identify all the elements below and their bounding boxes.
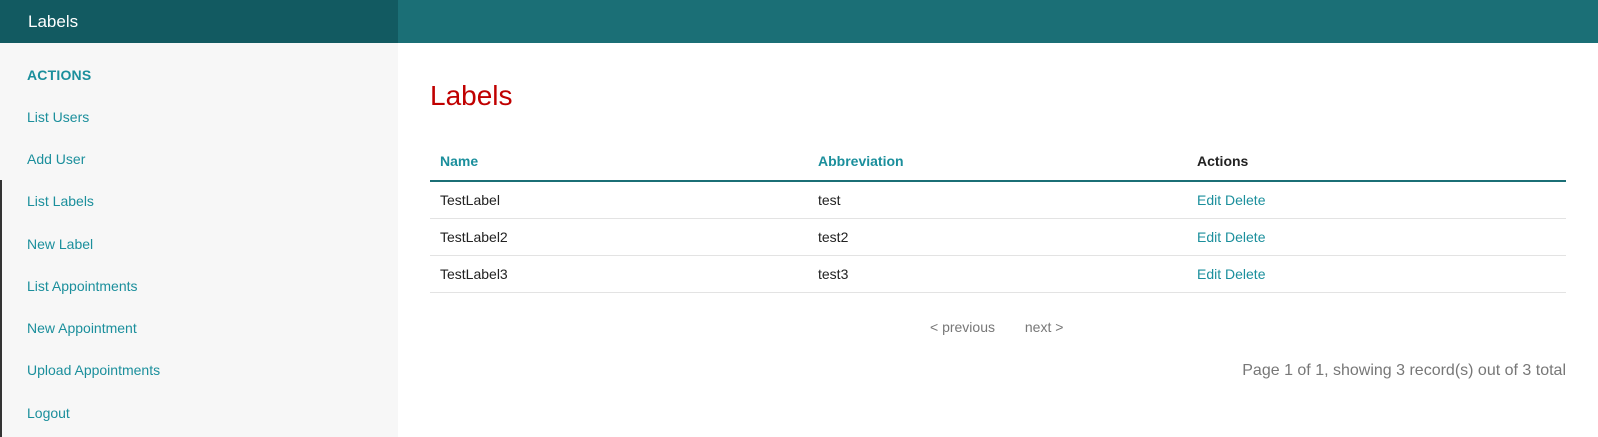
- sidebar-item-new-label[interactable]: New Label: [27, 236, 93, 252]
- column-header-abbreviation[interactable]: Abbreviation: [808, 141, 1187, 182]
- cell-actions: Edit Delete: [1187, 181, 1566, 219]
- edit-link[interactable]: Edit: [1197, 229, 1221, 245]
- sidebar-item-add-user[interactable]: Add User: [27, 151, 85, 167]
- sidebar-item-upload-appointments[interactable]: Upload Appointments: [27, 362, 160, 378]
- sidebar-item-list-appointments[interactable]: List Appointments: [27, 278, 138, 294]
- sidebar-item-list-users[interactable]: List Users: [27, 109, 89, 125]
- app-title: Labels: [0, 0, 398, 43]
- sidebar-item-logout[interactable]: Logout: [27, 405, 70, 421]
- column-header-name[interactable]: Name: [430, 141, 808, 182]
- cell-name: TestLabel3: [430, 255, 808, 293]
- cell-abbreviation: test: [808, 181, 1187, 219]
- delete-link[interactable]: Delete: [1225, 192, 1265, 208]
- cell-abbreviation: test3: [808, 255, 1187, 293]
- cell-name: TestLabel: [430, 181, 808, 219]
- cell-name: TestLabel2: [430, 218, 808, 256]
- labels-table: Name Abbreviation Actions TestLabel test…: [430, 141, 1566, 293]
- table-row: TestLabel test Edit Delete: [430, 181, 1566, 219]
- column-header-actions: Actions: [1187, 141, 1566, 182]
- table-row: TestLabel2 test2 Edit Delete: [430, 218, 1566, 256]
- delete-link[interactable]: Delete: [1225, 229, 1265, 245]
- edit-link[interactable]: Edit: [1197, 266, 1221, 282]
- page-title: Labels: [430, 80, 513, 111]
- cell-abbreviation: test2: [808, 218, 1187, 256]
- next-page-link[interactable]: next >: [1025, 319, 1064, 335]
- paginator: < previous next >: [930, 319, 1089, 335]
- page-counter: Page 1 of 1, showing 3 record(s) out of …: [1242, 362, 1566, 379]
- cell-actions: Edit Delete: [1187, 255, 1566, 293]
- edit-link[interactable]: Edit: [1197, 192, 1221, 208]
- sidebar-divider: [0, 180, 2, 437]
- sidebar-heading: ACTIONS: [27, 67, 92, 83]
- table-header-row: Name Abbreviation Actions: [430, 141, 1566, 182]
- sidebar-item-list-labels[interactable]: List Labels: [27, 193, 94, 209]
- sidebar-item-new-appointment[interactable]: New Appointment: [27, 320, 137, 336]
- table-row: TestLabel3 test3 Edit Delete: [430, 255, 1566, 293]
- previous-page-link[interactable]: < previous: [930, 319, 995, 335]
- cell-actions: Edit Delete: [1187, 218, 1566, 256]
- delete-link[interactable]: Delete: [1225, 266, 1265, 282]
